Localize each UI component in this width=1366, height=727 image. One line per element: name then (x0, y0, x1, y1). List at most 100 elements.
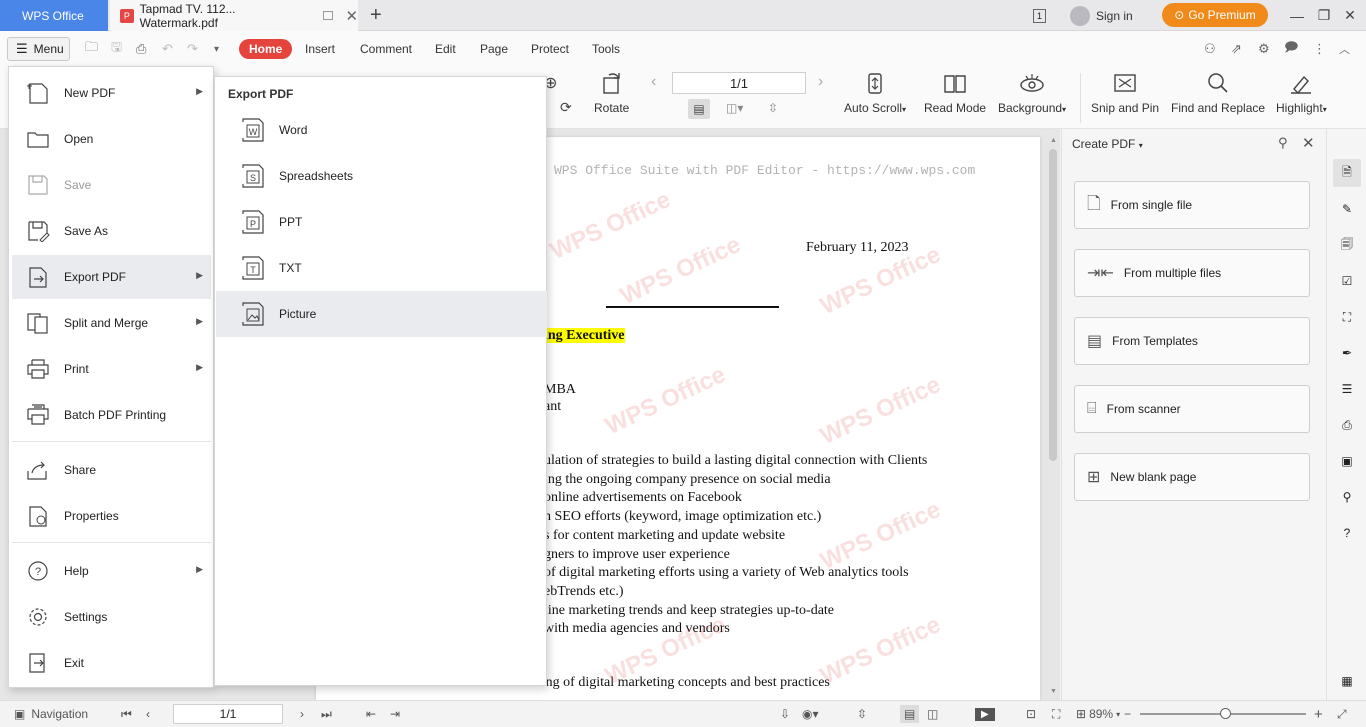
page-number-input[interactable]: 1/1 (672, 72, 806, 94)
tab-edit[interactable]: Edit (435, 39, 456, 59)
wps-office-tab[interactable]: WPS Office (0, 0, 108, 31)
menu-item-save[interactable]: Save (12, 163, 211, 207)
go-premium-button[interactable]: ⊙ Go Premium (1162, 3, 1268, 27)
tab-insert[interactable]: Insert (305, 39, 335, 59)
grid-sidebar-icon[interactable]: ▦ (1337, 671, 1357, 691)
zoom-slider[interactable] (1140, 708, 1306, 719)
print-icon[interactable]: ⎙ (136, 31, 146, 67)
export-status-icon[interactable]: ⇩ (780, 701, 790, 727)
find-and-replace-button[interactable]: Find and Replace (1171, 71, 1265, 115)
menu-item-share[interactable]: Share (12, 448, 211, 492)
tab-comment[interactable]: Comment (360, 39, 412, 59)
zoom-out-icon[interactable]: − (1124, 701, 1131, 727)
sign-sidebar-icon[interactable]: ✒ (1337, 343, 1357, 363)
user-add-icon[interactable]: ⚇ (1204, 31, 1216, 67)
next-page-status-icon[interactable]: › (300, 701, 304, 727)
play-icon[interactable]: ▶ (975, 701, 995, 727)
multi-window-button[interactable]: 1 (1033, 0, 1047, 31)
scrollbar-thumb[interactable] (1049, 149, 1057, 461)
undo-icon[interactable]: ↶ (162, 31, 173, 67)
print-sidebar-icon[interactable]: ⎙ (1337, 415, 1357, 435)
collapse-ribbon-icon[interactable]: ︿ (1339, 31, 1350, 67)
export-word-item[interactable]: W Word (216, 107, 547, 153)
help-sidebar-icon[interactable]: ? (1337, 523, 1357, 543)
export-spreadsheets-item[interactable]: S Spreadsheets (216, 153, 547, 199)
new-blank-page-button[interactable]: ⊞ New blank page (1074, 453, 1310, 501)
close-panel-icon[interactable]: ✕ (1302, 134, 1315, 152)
from-templates-button[interactable]: ▤ From Templates (1074, 317, 1310, 365)
from-multiple-files-button[interactable]: ⇥⇤ From multiple files (1074, 249, 1310, 297)
check-sidebar-icon[interactable]: ☑ (1337, 271, 1357, 291)
next-page-icon[interactable]: › (818, 73, 823, 91)
highlight-button[interactable]: Highlight▾ (1276, 71, 1327, 115)
read-mode-button[interactable]: Read Mode (924, 71, 986, 115)
close-window-button[interactable]: ✕ (1334, 0, 1366, 31)
close-tab-icon[interactable]: ✕ (345, 7, 358, 25)
open-icon[interactable]: 🗀 (85, 31, 98, 67)
menu-item-open[interactable]: Open (12, 117, 211, 161)
zoom-in-status-icon[interactable]: + (1314, 701, 1323, 727)
export-picture-item[interactable]: Picture (216, 291, 547, 337)
menu-item-export-pdf[interactable]: Export PDF ▶ (12, 255, 211, 299)
sign-in-button[interactable]: Sign in (1070, 0, 1133, 31)
last-page-icon[interactable]: ⏭ (321, 701, 332, 727)
new-tab-button[interactable]: + (370, 0, 382, 31)
zoom-slider-knob[interactable] (1220, 708, 1231, 719)
menu-item-new-pdf[interactable]: New PDF ▶ (12, 71, 211, 115)
menu-item-properties[interactable]: Properties (12, 494, 211, 538)
tab-page[interactable]: Page (480, 39, 508, 59)
redo-icon[interactable]: ↷ (187, 31, 198, 67)
tab-tools[interactable]: Tools (592, 39, 620, 59)
pin-icon[interactable]: ⚲ (1278, 135, 1288, 151)
share-icon[interactable]: ⇗ (1231, 31, 1242, 67)
convert-sidebar-icon[interactable]: 🗐 (1337, 235, 1357, 255)
scroll-down-icon[interactable]: ▼ (1050, 688, 1057, 695)
crop-sidebar-icon[interactable]: ⛶ (1337, 307, 1357, 327)
rotate-button[interactable]: Rotate (594, 71, 629, 115)
prev-page-status-icon[interactable]: ‹ (146, 701, 150, 727)
export-txt-item[interactable]: T TXT (216, 245, 547, 291)
document-tab[interactable]: P Tapmad TV. 112... Watermark.pdf ✕ (110, 0, 358, 31)
prev-page-icon[interactable]: ‹ (651, 73, 656, 91)
search-sidebar-icon[interactable]: ⚲ (1337, 487, 1357, 507)
single-page-view-icon[interactable]: ▤ (688, 99, 710, 119)
status-page-input[interactable]: 1/1 (173, 704, 283, 724)
stamp-sidebar-icon[interactable]: ▣ (1337, 451, 1357, 471)
scroll-up-icon[interactable]: ▲ (1050, 137, 1057, 144)
compare-sidebar-icon[interactable]: ☰ (1337, 379, 1357, 399)
create-pdf-sidebar-icon[interactable]: 🗎 (1333, 159, 1361, 187)
rotate-small-icon[interactable]: ⟳ (560, 99, 572, 116)
navigation-button[interactable]: ▣ Navigation (14, 701, 88, 727)
two-page-view-icon[interactable]: ◫▾ (726, 101, 743, 115)
zoom-dropdown[interactable]: ⊞ 89% ▾ (1076, 701, 1120, 727)
from-single-file-button[interactable]: 🗋 From single file (1074, 181, 1310, 229)
save-icon[interactable]: 🖫 (111, 31, 122, 67)
menu-item-save-as[interactable]: Save As (12, 209, 211, 253)
menu-item-print[interactable]: Print ▶ (12, 347, 211, 391)
back-view-icon[interactable]: ⇤ (366, 701, 376, 727)
tab-window-icon[interactable] (322, 11, 334, 20)
eye-status-icon[interactable]: ◉▾ (802, 701, 819, 727)
fullscreen-icon[interactable]: ⤢ (1337, 701, 1347, 727)
snip-and-pin-button[interactable]: Snip and Pin (1091, 71, 1159, 115)
continuous-view-icon[interactable]: ⇳ (768, 101, 778, 115)
menu-item-settings[interactable]: Settings (12, 595, 211, 639)
background-button[interactable]: Background▾ (998, 71, 1066, 115)
gear-icon[interactable]: ⚙ (1258, 31, 1270, 67)
page-fit-icon[interactable]: ⇳ (857, 701, 867, 727)
actual-size-icon[interactable]: ⊡ (1026, 701, 1036, 727)
menu-item-batch-pdf-printing[interactable]: Batch PDF Printing (12, 393, 211, 437)
edit-sidebar-icon[interactable]: ✎ (1337, 199, 1357, 219)
forward-view-icon[interactable]: ⇥ (390, 701, 400, 727)
fit-width-icon[interactable]: ⛶ (1052, 701, 1060, 727)
menu-item-split-and-merge[interactable]: Split and Merge ▶ (12, 301, 211, 345)
from-scanner-button[interactable]: ⌸ From scanner (1074, 385, 1310, 433)
more-icon[interactable]: ⋮ (1313, 31, 1326, 67)
document-scrollbar[interactable]: ▲ ▼ (1047, 137, 1059, 695)
dual-page-status-icon[interactable]: ◫ (927, 701, 938, 727)
export-ppt-item[interactable]: P PPT (216, 199, 547, 245)
menu-item-exit[interactable]: Exit (12, 641, 211, 685)
create-pdf-dropdown[interactable]: Create PDF ▾ (1072, 137, 1143, 151)
comment-icon[interactable]: 🗩 (1284, 31, 1298, 67)
tab-home[interactable]: Home (239, 39, 293, 59)
